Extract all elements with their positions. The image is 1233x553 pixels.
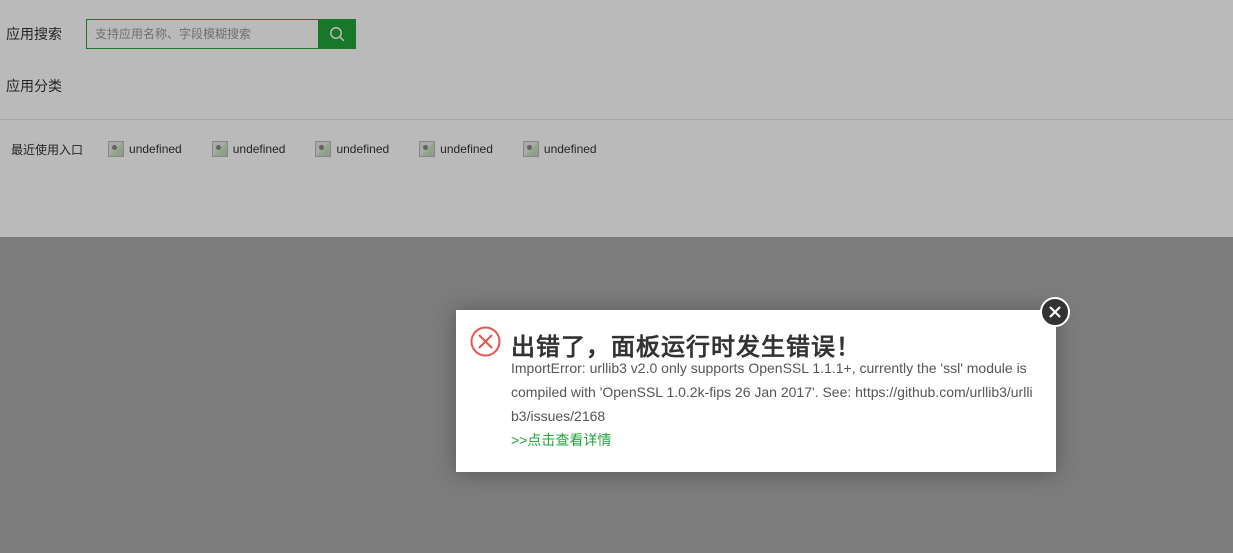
- view-details-link[interactable]: >>点击查看详情: [511, 428, 611, 452]
- error-message: ImportError: urllib3 v2.0 only supports …: [511, 360, 1033, 424]
- close-icon: [1049, 306, 1061, 318]
- error-circle-icon: [470, 326, 501, 357]
- close-button[interactable]: [1040, 297, 1070, 327]
- error-dialog: 出错了，面板运行时发生错误！ ImportError: urllib3 v2.0…: [456, 297, 1070, 472]
